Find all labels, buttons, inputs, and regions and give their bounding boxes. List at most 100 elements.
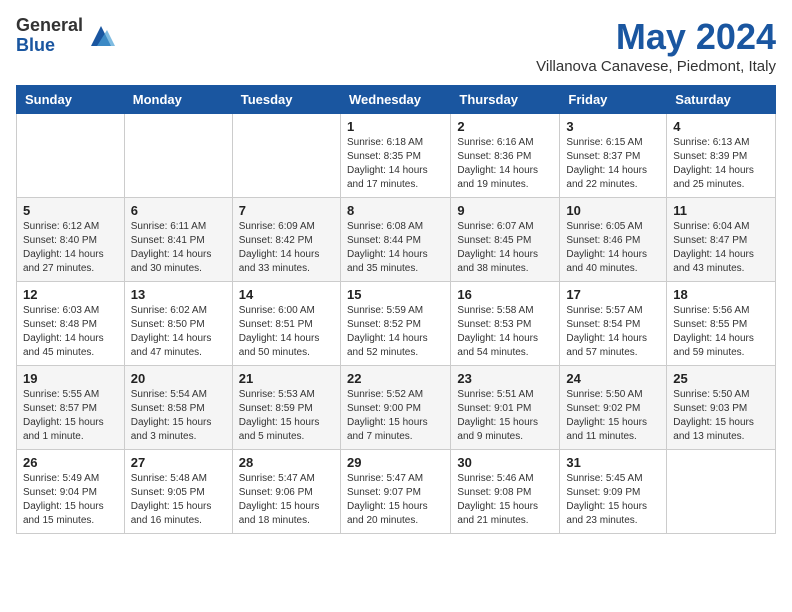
calendar-cell: 22Sunrise: 5:52 AM Sunset: 9:00 PM Dayli… xyxy=(340,366,450,450)
day-number: 10 xyxy=(566,203,660,218)
day-info: Sunrise: 5:57 AM Sunset: 8:54 PM Dayligh… xyxy=(566,304,660,360)
calendar-cell: 14 Sunrise: 6:00 AM Sunset: 8:51 PM Dayli… xyxy=(232,282,340,366)
calendar-cell: 23 Sunrise: 5:51 AM Sunset: 9:01 PM Dayli… xyxy=(451,366,560,450)
calendar-cell: 10Sunrise: 6:05 AM Sunset: 8:46 PM Dayli… xyxy=(560,198,667,282)
day-info: Sunrise: 6:08 AM Sunset: 8:44 PM Dayligh… xyxy=(347,220,444,276)
calendar-cell: 15 Sunrise: 5:59 AM Sunset: 8:52 PM Dayli… xyxy=(340,282,450,366)
calendar-cell: 13 Sunrise: 6:02 AM Sunset: 8:50 PM Dayli… xyxy=(124,282,232,366)
day-number: 15 xyxy=(347,287,444,302)
calendar-cell: 31 Sunrise: 5:45 AM Sunset: 9:09 PM Dayli… xyxy=(560,450,667,534)
calendar-week-4: 19 Sunrise: 5:55 AM Sunset: 8:57 PM Dayli… xyxy=(17,366,776,450)
day-number: 26 xyxy=(23,455,118,470)
calendar-cell: 19 Sunrise: 5:55 AM Sunset: 8:57 PM Dayli… xyxy=(17,366,125,450)
calendar-cell: 5 Sunrise: 6:12 AM Sunset: 8:40 PM Daylig… xyxy=(17,198,125,282)
day-number: 12 xyxy=(23,287,118,302)
calendar-cell: 4 Sunrise: 6:13 AM Sunset: 8:39 PM Daylig… xyxy=(667,114,776,198)
day-info: Sunrise: 5:49 AM Sunset: 9:04 PM Dayligh… xyxy=(23,472,118,528)
day-number: 16 xyxy=(457,287,553,302)
day-info: Sunrise: 6:12 AM Sunset: 8:40 PM Dayligh… xyxy=(23,220,118,276)
calendar-cell: 20 Sunrise: 5:54 AM Sunset: 8:58 PM Dayli… xyxy=(124,366,232,450)
day-info: Sunrise: 6:09 AM Sunset: 8:42 PM Dayligh… xyxy=(239,220,334,276)
logo-blue: Blue xyxy=(16,36,83,56)
day-info: Sunrise: 5:47 AM Sunset: 9:07 PM Dayligh… xyxy=(347,472,444,528)
calendar-cell: 18Sunrise: 5:56 AM Sunset: 8:55 PM Dayli… xyxy=(667,282,776,366)
day-number: 3 xyxy=(566,119,660,134)
calendar-week-2: 5 Sunrise: 6:12 AM Sunset: 8:40 PM Daylig… xyxy=(17,198,776,282)
day-number: 24 xyxy=(566,371,660,386)
day-number: 21 xyxy=(239,371,334,386)
calendar-cell: 6Sunrise: 6:11 AM Sunset: 8:41 PM Daylig… xyxy=(124,198,232,282)
day-info: Sunrise: 5:50 AM Sunset: 9:03 PM Dayligh… xyxy=(673,388,769,444)
day-number: 27 xyxy=(131,455,226,470)
weekday-header-row: SundayMondayTuesdayWednesdayThursdayFrid… xyxy=(17,86,776,114)
calendar-cell xyxy=(232,114,340,198)
calendar-cell: 21Sunrise: 5:53 AM Sunset: 8:59 PM Dayli… xyxy=(232,366,340,450)
weekday-header-friday: Friday xyxy=(560,86,667,114)
title-block: May 2024 Villanova Canavese, Piedmont, I… xyxy=(536,16,776,75)
day-number: 20 xyxy=(131,371,226,386)
day-number: 13 xyxy=(131,287,226,302)
calendar-cell: 11 Sunrise: 6:04 AM Sunset: 8:47 PM Dayli… xyxy=(667,198,776,282)
day-info: Sunrise: 5:47 AM Sunset: 9:06 PM Dayligh… xyxy=(239,472,334,528)
day-info: Sunrise: 5:56 AM Sunset: 8:55 PM Dayligh… xyxy=(673,304,769,360)
calendar-cell: 27Sunrise: 5:48 AM Sunset: 9:05 PM Dayli… xyxy=(124,450,232,534)
day-info: Sunrise: 5:55 AM Sunset: 8:57 PM Dayligh… xyxy=(23,388,118,444)
day-number: 30 xyxy=(457,455,553,470)
weekday-header-saturday: Saturday xyxy=(667,86,776,114)
day-info: Sunrise: 5:51 AM Sunset: 9:01 PM Dayligh… xyxy=(457,388,553,444)
day-info: Sunrise: 6:02 AM Sunset: 8:50 PM Dayligh… xyxy=(131,304,226,360)
day-info: Sunrise: 6:00 AM Sunset: 8:51 PM Dayligh… xyxy=(239,304,334,360)
day-info: Sunrise: 5:54 AM Sunset: 8:58 PM Dayligh… xyxy=(131,388,226,444)
calendar-cell xyxy=(667,450,776,534)
day-number: 8 xyxy=(347,203,444,218)
day-info: Sunrise: 5:45 AM Sunset: 9:09 PM Dayligh… xyxy=(566,472,660,528)
day-info: Sunrise: 6:16 AM Sunset: 8:36 PM Dayligh… xyxy=(457,136,553,192)
calendar-cell: 1Sunrise: 6:18 AM Sunset: 8:35 PM Daylig… xyxy=(340,114,450,198)
day-info: Sunrise: 5:46 AM Sunset: 9:08 PM Dayligh… xyxy=(457,472,553,528)
calendar-cell: 7 Sunrise: 6:09 AM Sunset: 8:42 PM Daylig… xyxy=(232,198,340,282)
weekday-header-tuesday: Tuesday xyxy=(232,86,340,114)
day-number: 23 xyxy=(457,371,553,386)
calendar-cell: 25Sunrise: 5:50 AM Sunset: 9:03 PM Dayli… xyxy=(667,366,776,450)
weekday-header-thursday: Thursday xyxy=(451,86,560,114)
day-info: Sunrise: 5:50 AM Sunset: 9:02 PM Dayligh… xyxy=(566,388,660,444)
day-number: 31 xyxy=(566,455,660,470)
day-info: Sunrise: 5:58 AM Sunset: 8:53 PM Dayligh… xyxy=(457,304,553,360)
day-number: 14 xyxy=(239,287,334,302)
day-info: Sunrise: 5:59 AM Sunset: 8:52 PM Dayligh… xyxy=(347,304,444,360)
calendar-cell: 29 Sunrise: 5:47 AM Sunset: 9:07 PM Dayli… xyxy=(340,450,450,534)
calendar-cell: 28 Sunrise: 5:47 AM Sunset: 9:06 PM Dayli… xyxy=(232,450,340,534)
day-number: 4 xyxy=(673,119,769,134)
calendar-cell: 26 Sunrise: 5:49 AM Sunset: 9:04 PM Dayli… xyxy=(17,450,125,534)
page-header: General Blue May 2024 Villanova Canavese… xyxy=(16,16,776,75)
day-number: 11 xyxy=(673,203,769,218)
day-info: Sunrise: 6:13 AM Sunset: 8:39 PM Dayligh… xyxy=(673,136,769,192)
day-number: 28 xyxy=(239,455,334,470)
logo-icon xyxy=(87,22,115,50)
calendar-cell: 3 Sunrise: 6:15 AM Sunset: 8:37 PM Daylig… xyxy=(560,114,667,198)
weekday-header-monday: Monday xyxy=(124,86,232,114)
day-number: 5 xyxy=(23,203,118,218)
month-title: May 2024 xyxy=(536,16,776,58)
location-subtitle: Villanova Canavese, Piedmont, Italy xyxy=(536,58,776,75)
logo: General Blue xyxy=(16,16,115,56)
calendar-cell: 24 Sunrise: 5:50 AM Sunset: 9:02 PM Dayli… xyxy=(560,366,667,450)
day-number: 7 xyxy=(239,203,334,218)
calendar-table: SundayMondayTuesdayWednesdayThursdayFrid… xyxy=(16,85,776,534)
calendar-cell: 16 Sunrise: 5:58 AM Sunset: 8:53 PM Dayli… xyxy=(451,282,560,366)
calendar-cell: 17Sunrise: 5:57 AM Sunset: 8:54 PM Dayli… xyxy=(560,282,667,366)
day-info: Sunrise: 6:11 AM Sunset: 8:41 PM Dayligh… xyxy=(131,220,226,276)
weekday-header-sunday: Sunday xyxy=(17,86,125,114)
day-info: Sunrise: 6:07 AM Sunset: 8:45 PM Dayligh… xyxy=(457,220,553,276)
day-info: Sunrise: 6:15 AM Sunset: 8:37 PM Dayligh… xyxy=(566,136,660,192)
day-info: Sunrise: 6:04 AM Sunset: 8:47 PM Dayligh… xyxy=(673,220,769,276)
calendar-cell: 12 Sunrise: 6:03 AM Sunset: 8:48 PM Dayli… xyxy=(17,282,125,366)
day-info: Sunrise: 6:03 AM Sunset: 8:48 PM Dayligh… xyxy=(23,304,118,360)
calendar-cell: 2Sunrise: 6:16 AM Sunset: 8:36 PM Daylig… xyxy=(451,114,560,198)
calendar-cell: 30 Sunrise: 5:46 AM Sunset: 9:08 PM Dayli… xyxy=(451,450,560,534)
day-number: 19 xyxy=(23,371,118,386)
calendar-week-5: 26 Sunrise: 5:49 AM Sunset: 9:04 PM Dayli… xyxy=(17,450,776,534)
day-number: 29 xyxy=(347,455,444,470)
calendar-cell xyxy=(17,114,125,198)
calendar-cell: 8 Sunrise: 6:08 AM Sunset: 8:44 PM Daylig… xyxy=(340,198,450,282)
